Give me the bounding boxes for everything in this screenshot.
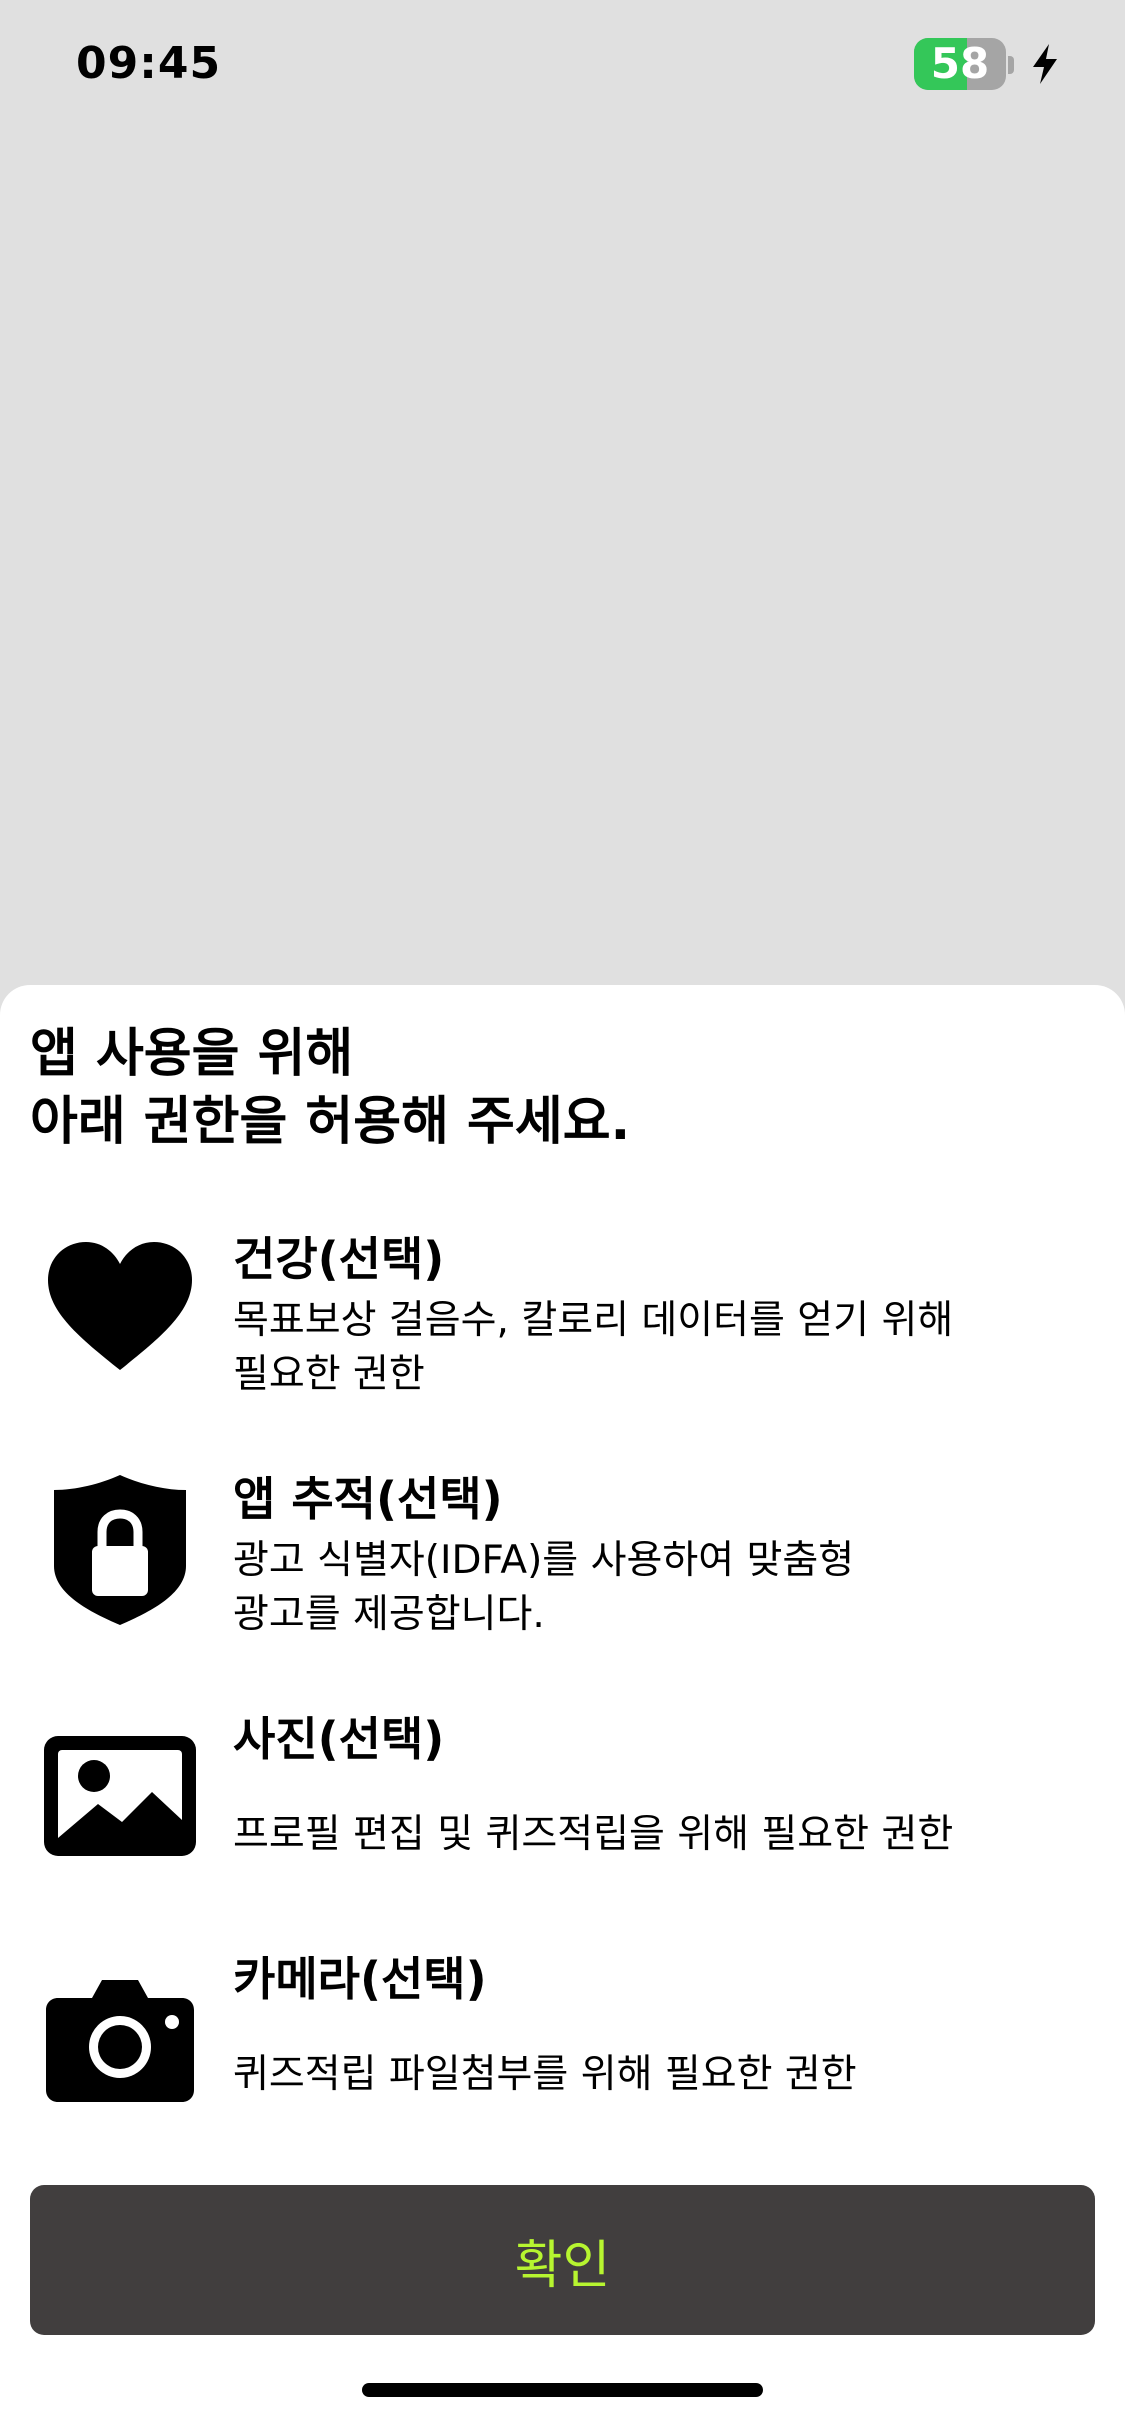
- bolt-icon: [1030, 44, 1060, 84]
- permission-item-health: 건강(선택) 목표보상 걸음수, 칼로리 데이터를 얻기 위해 필요한 권한: [0, 1230, 1125, 1430]
- photo-icon: [40, 1710, 200, 1870]
- dimmed-backdrop[interactable]: [0, 140, 1125, 985]
- confirm-button[interactable]: 확인: [30, 2185, 1095, 2335]
- home-indicator[interactable]: [362, 2383, 763, 2397]
- permission-item-photos: 사진(선택) 프로필 편집 및 퀴즈적립을 위해 필요한 권한: [0, 1710, 1125, 1910]
- permission-description: 퀴즈적립 파일첨부를 위해 필요한 권한: [233, 2052, 857, 2097]
- permission-title: 카메라(선택): [233, 1952, 487, 2006]
- battery-indicator: 58: [914, 38, 1006, 90]
- permission-description: 광고 식별자(IDFA)를 사용하여 맞춤형 광고를 제공합니다.: [233, 1538, 855, 1637]
- battery-cap: [1008, 56, 1014, 74]
- permission-sheet: 앱 사용을 위해 아래 권한을 허용해 주세요. 건강(선택) 목표보상 걸음수…: [0, 985, 1125, 2436]
- permission-description: 목표보상 걸음수, 칼로리 데이터를 얻기 위해 필요한 권한: [233, 1298, 954, 1397]
- camera-icon: [40, 1950, 200, 2110]
- battery-level: 58: [930, 39, 990, 88]
- permission-description: 프로필 편집 및 퀴즈적립을 위해 필요한 권한: [233, 1812, 954, 1857]
- status-bar: 09:45 58: [0, 0, 1125, 140]
- status-time: 09:45: [76, 38, 222, 89]
- permission-title: 사진(선택): [233, 1712, 445, 1766]
- permission-item-tracking: 앱 추적(선택) 광고 식별자(IDFA)를 사용하여 맞춤형 광고를 제공합니…: [0, 1470, 1125, 1670]
- sheet-title: 앱 사용을 위해 아래 권한을 허용해 주세요.: [30, 1024, 631, 1152]
- permission-title: 건강(선택): [233, 1232, 445, 1286]
- permission-item-camera: 카메라(선택) 퀴즈적립 파일첨부를 위해 필요한 권한: [0, 1950, 1125, 2150]
- permission-title: 앱 추적(선택): [233, 1472, 503, 1526]
- shield-lock-icon: [40, 1470, 200, 1630]
- heart-icon: [40, 1230, 200, 1390]
